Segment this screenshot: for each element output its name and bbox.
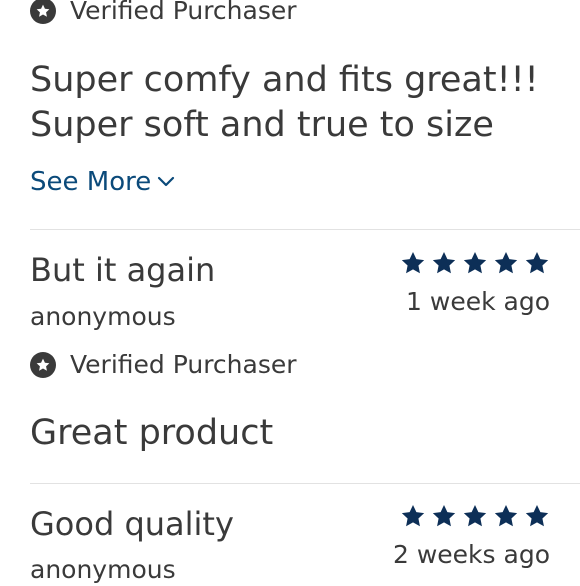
star-rating xyxy=(400,503,550,529)
review-date: 1 week ago xyxy=(406,287,550,316)
see-more-link[interactable]: See More xyxy=(30,166,175,198)
star-badge-icon xyxy=(30,0,56,24)
review-body-line-1: Super comfy and fits great!!! xyxy=(30,60,539,100)
star-icon xyxy=(525,504,549,527)
star-icon xyxy=(432,504,456,527)
review-divider xyxy=(30,483,580,484)
verified-purchaser-badge: Verified Purchaser xyxy=(30,0,297,25)
verified-purchaser-label: Verified Purchaser xyxy=(70,0,297,25)
star-badge-icon xyxy=(30,351,56,378)
star-icon xyxy=(525,251,549,274)
see-more-label: See More xyxy=(30,167,152,197)
review-date: 2 weeks ago xyxy=(393,540,550,569)
star-icon xyxy=(432,251,456,274)
star-icon xyxy=(463,251,487,274)
star-rating xyxy=(400,250,550,276)
verified-purchaser-badge: Verified Purchaser xyxy=(30,350,297,379)
star-icon xyxy=(401,251,425,274)
review-title: But it again xyxy=(30,251,216,289)
review-body: Great product xyxy=(30,413,274,453)
reviewer-name: anonymous xyxy=(30,555,176,584)
review-body-line-2: Super soft and true to size xyxy=(30,105,494,145)
review-divider xyxy=(30,229,580,230)
star-icon xyxy=(463,504,487,527)
star-icon xyxy=(401,504,425,527)
review-title: Good quality xyxy=(30,505,234,543)
star-icon xyxy=(494,251,518,274)
star-icon xyxy=(494,504,518,527)
chevron-down-icon xyxy=(158,176,175,187)
verified-purchaser-label: Verified Purchaser xyxy=(70,350,297,379)
reviewer-name: anonymous xyxy=(30,302,176,331)
